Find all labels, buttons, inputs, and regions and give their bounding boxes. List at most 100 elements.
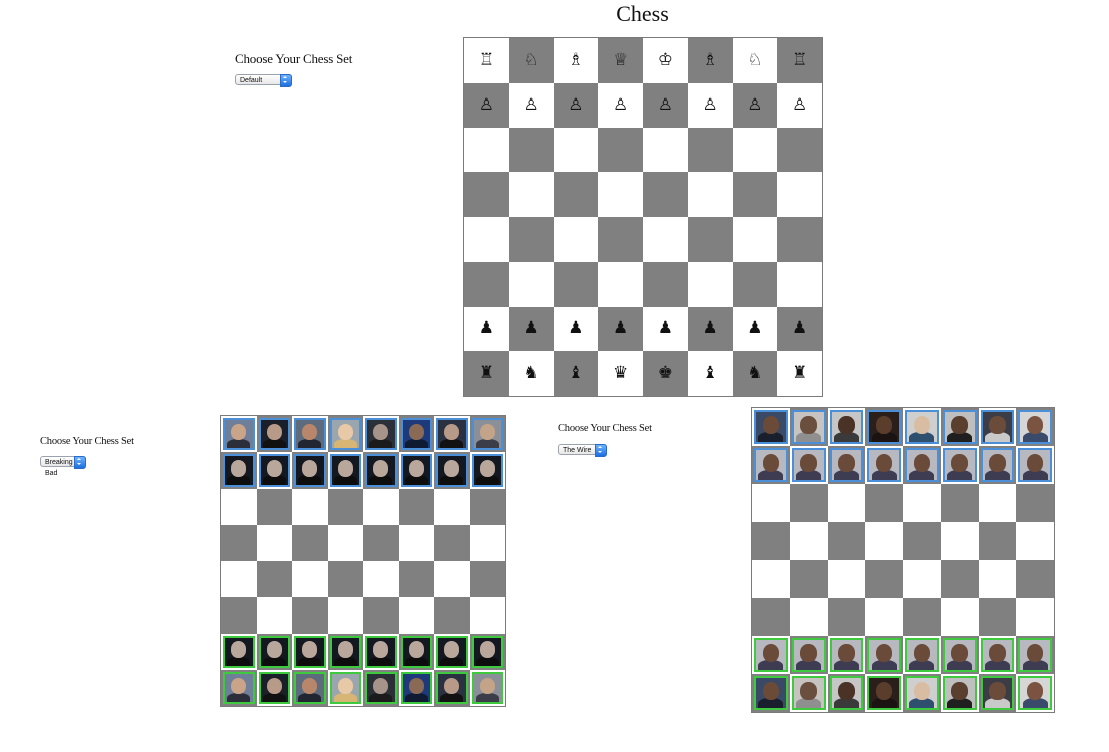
chess-piece-icon[interactable]: ♝ xyxy=(568,365,583,382)
character-piece-portrait[interactable] xyxy=(754,448,788,482)
board-square[interactable] xyxy=(292,633,328,670)
character-piece-portrait[interactable] xyxy=(754,676,788,710)
board-square[interactable] xyxy=(256,597,292,634)
character-piece-portrait[interactable] xyxy=(791,448,826,482)
character-piece-portrait[interactable] xyxy=(329,635,361,668)
board-square[interactable] xyxy=(752,446,790,484)
board-square[interactable] xyxy=(827,636,866,674)
board-square[interactable] xyxy=(221,561,257,598)
character-piece-portrait[interactable] xyxy=(980,638,1015,672)
board-square[interactable] xyxy=(732,261,778,307)
board-square[interactable] xyxy=(221,416,257,453)
board-square[interactable] xyxy=(363,633,399,670)
board-square[interactable] xyxy=(940,522,979,560)
board-square[interactable]: ♟ xyxy=(777,306,822,352)
board-square[interactable] xyxy=(434,561,470,598)
board-square[interactable] xyxy=(752,484,790,522)
board-square[interactable] xyxy=(398,488,434,525)
board-square[interactable] xyxy=(553,217,599,262)
board-square[interactable] xyxy=(827,522,866,560)
board-square[interactable] xyxy=(363,524,399,561)
character-piece-portrait[interactable] xyxy=(791,638,826,672)
chess-piece-icon[interactable]: ♝ xyxy=(703,365,718,382)
board-square[interactable] xyxy=(1016,484,1054,522)
chess-piece-icon[interactable]: ♟ xyxy=(747,320,762,337)
board-square[interactable] xyxy=(469,452,505,489)
board-square[interactable] xyxy=(732,172,778,217)
board-square[interactable] xyxy=(327,416,363,453)
character-piece-portrait[interactable] xyxy=(471,418,503,451)
board-square[interactable] xyxy=(1016,636,1054,674)
character-piece-portrait[interactable] xyxy=(400,635,432,668)
board-square[interactable]: ♜ xyxy=(777,351,822,396)
board-square[interactable] xyxy=(789,446,828,484)
board-square[interactable] xyxy=(687,172,733,217)
board-square[interactable] xyxy=(292,488,328,525)
board-square[interactable] xyxy=(327,597,363,634)
chess-set-select-breaking-bad[interactable]: Breaking Bad xyxy=(40,456,86,477)
board-square[interactable] xyxy=(1016,674,1054,712)
chess-piece-icon[interactable]: ♔ xyxy=(658,51,673,69)
board-square[interactable]: ♝ xyxy=(553,351,599,396)
character-piece-portrait[interactable] xyxy=(829,638,864,672)
board-square[interactable] xyxy=(363,669,399,706)
board-square[interactable] xyxy=(865,522,903,560)
board-square[interactable]: ♟ xyxy=(553,306,599,352)
chess-piece-icon[interactable]: ♚ xyxy=(658,365,673,382)
board-square[interactable]: ♔ xyxy=(643,38,688,83)
chess-piece-icon[interactable]: ♜ xyxy=(792,365,807,382)
chess-piece-icon[interactable]: ♙ xyxy=(524,96,539,114)
board-square[interactable] xyxy=(978,674,1017,712)
board-square[interactable] xyxy=(903,560,941,598)
chess-piece-icon[interactable]: ♙ xyxy=(568,96,583,114)
board-square[interactable] xyxy=(903,522,941,560)
chess-piece-icon[interactable]: ♜ xyxy=(479,365,494,382)
board-square[interactable] xyxy=(221,633,257,670)
character-piece-portrait[interactable] xyxy=(436,671,468,704)
chess-piece-icon[interactable]: ♙ xyxy=(613,96,628,114)
chess-set-select-default[interactable]: Default xyxy=(235,74,292,87)
board-square[interactable] xyxy=(732,127,778,173)
board-square[interactable] xyxy=(434,669,470,706)
character-piece-portrait[interactable] xyxy=(329,454,361,487)
character-piece-portrait[interactable] xyxy=(258,454,290,487)
board-square[interactable] xyxy=(643,217,688,262)
character-piece-portrait[interactable] xyxy=(294,454,326,487)
board-square[interactable] xyxy=(789,674,828,712)
board-square[interactable]: ♙ xyxy=(643,82,688,128)
board-square[interactable] xyxy=(777,172,822,217)
board-square[interactable] xyxy=(643,172,688,217)
board-square[interactable] xyxy=(292,416,328,453)
character-piece-portrait[interactable] xyxy=(980,448,1015,482)
board-square[interactable]: ♞ xyxy=(508,351,554,396)
board-square[interactable] xyxy=(978,446,1017,484)
chess-piece-icon[interactable]: ♘ xyxy=(747,51,762,69)
character-piece-portrait[interactable] xyxy=(294,671,326,704)
character-piece-portrait[interactable] xyxy=(754,410,788,444)
board-square[interactable] xyxy=(1016,598,1054,636)
board-square[interactable] xyxy=(978,484,1017,522)
board-square[interactable] xyxy=(469,524,505,561)
board-square[interactable] xyxy=(256,488,292,525)
board-square[interactable] xyxy=(978,598,1017,636)
board-square[interactable] xyxy=(292,669,328,706)
character-piece-portrait[interactable] xyxy=(829,448,864,482)
chess-piece-icon[interactable]: ♟ xyxy=(658,320,673,337)
board-square[interactable] xyxy=(777,127,822,173)
character-piece-portrait[interactable] xyxy=(365,671,397,704)
character-piece-portrait[interactable] xyxy=(905,676,939,710)
board-square[interactable] xyxy=(827,484,866,522)
chess-piece-icon[interactable]: ♙ xyxy=(792,96,807,114)
character-piece-portrait[interactable] xyxy=(258,671,290,704)
board-square[interactable] xyxy=(598,172,643,217)
board-square[interactable] xyxy=(469,633,505,670)
board-square[interactable] xyxy=(687,127,733,173)
chess-piece-icon[interactable]: ♙ xyxy=(703,96,718,114)
board-square[interactable] xyxy=(363,416,399,453)
chess-piece-icon[interactable]: ♘ xyxy=(524,51,539,69)
board-square[interactable]: ♙ xyxy=(732,82,778,128)
character-piece-portrait[interactable] xyxy=(829,676,864,710)
board-square[interactable]: ♛ xyxy=(598,351,643,396)
board-square[interactable] xyxy=(398,633,434,670)
board-square[interactable] xyxy=(464,217,509,262)
